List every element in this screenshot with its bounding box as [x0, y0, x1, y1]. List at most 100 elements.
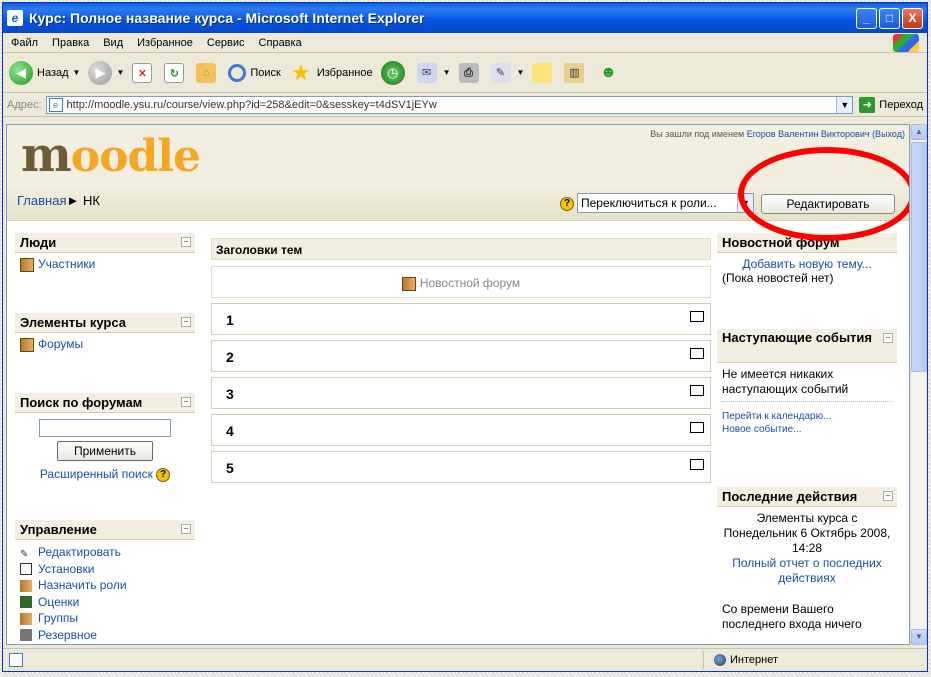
admin-edit-link[interactable]: Редактировать	[38, 545, 121, 559]
add-new-topic-link[interactable]: Добавить новую тему...	[742, 257, 871, 271]
edit-dropdown-icon[interactable]: ▼	[517, 68, 525, 77]
scroll-up-icon[interactable]: ▲	[911, 124, 927, 140]
block-recent-title: Последние действия	[722, 489, 858, 504]
minimize-button[interactable]: _	[856, 7, 877, 29]
menu-edit[interactable]: Правка	[52, 37, 89, 49]
ie-icon: e	[7, 10, 23, 26]
stop-icon: ✕	[132, 62, 153, 83]
admin-roles-link[interactable]: Назначить роли	[38, 578, 127, 592]
address-url: http://moodle.ysu.ru/course/view.php?id=…	[66, 98, 437, 111]
stop-button[interactable]: ✕	[132, 62, 156, 83]
participants-link[interactable]: Участники	[38, 257, 95, 271]
block-search-header: Поиск по форумам −	[15, 393, 195, 413]
show-only-topic-icon[interactable]	[690, 348, 704, 359]
address-label: Адрес:	[7, 98, 42, 111]
apply-search-button[interactable]: Применить	[57, 441, 153, 461]
collapse-icon[interactable]: −	[883, 333, 893, 343]
admin-grades-link[interactable]: Оценки	[38, 595, 79, 609]
moodle-logo-m: m	[21, 127, 72, 183]
forums-link[interactable]: Форумы	[38, 337, 83, 351]
address-dropdown-icon[interactable]: ▼	[836, 96, 853, 113]
discuss-button[interactable]	[532, 62, 556, 83]
edit-page-button[interactable]: ✎ ▼	[490, 62, 525, 83]
breadcrumb-home[interactable]: Главная	[17, 193, 66, 208]
scrollbar-thumb[interactable]	[911, 142, 927, 372]
home-icon: ⌂	[196, 62, 217, 83]
block-activities-header: Элементы курса −	[15, 313, 195, 333]
vertical-scrollbar[interactable]: ▲ ▼	[910, 124, 927, 645]
menu-help[interactable]: Справка	[259, 37, 302, 49]
research-button[interactable]: ▥	[564, 62, 588, 83]
breadcrumb-course: НК	[82, 193, 100, 208]
close-button[interactable]: X	[902, 7, 923, 29]
collapse-icon[interactable]: −	[181, 317, 191, 327]
refresh-button[interactable]: ↻	[164, 62, 188, 83]
favorites-button[interactable]: ★ Избранное	[289, 60, 373, 85]
role-switch-select[interactable]: Переключиться к роли... ▼	[577, 193, 754, 213]
block-recent-header: Последние действия −	[717, 487, 897, 507]
go-to-calendar-link[interactable]: Перейти к календарю...	[722, 411, 831, 422]
forum-search-input[interactable]	[39, 419, 171, 437]
print-button[interactable]: ⎙	[458, 62, 483, 83]
help-icon[interactable]: ?	[560, 197, 574, 211]
participants-icon	[20, 257, 34, 272]
go-button[interactable]: ➜ Переход	[859, 96, 923, 113]
favorites-label: Избранное	[316, 66, 373, 79]
show-only-topic-icon[interactable]	[690, 385, 704, 396]
grades-icon	[20, 596, 32, 609]
refresh-icon: ↻	[164, 62, 185, 83]
moodle-logo[interactable]: moodle	[21, 127, 201, 183]
address-bar: Адрес: e http://moodle.ysu.ru/course/vie…	[3, 93, 927, 117]
go-arrow-icon: ➜	[859, 96, 876, 113]
menu-view[interactable]: Вид	[103, 37, 123, 49]
mail-dropdown-icon[interactable]: ▼	[443, 68, 451, 77]
news-forum-link[interactable]: Новостной форум	[420, 276, 520, 290]
menu-file[interactable]: Файл	[11, 37, 38, 49]
scroll-down-icon[interactable]: ▼	[911, 629, 927, 645]
full-recent-report-link[interactable]: Полный отчет о последних действиях	[732, 556, 882, 585]
login-user-link[interactable]: Егоров Валентин Викторович	[747, 129, 870, 139]
back-dropdown-icon[interactable]: ▼	[73, 68, 81, 77]
login-info: Вы зашли под именем Егоров Валентин Викт…	[650, 129, 905, 139]
admin-groups-link[interactable]: Группы	[38, 611, 78, 625]
no-news-text: (Пока новостей нет)	[722, 271, 834, 285]
menu-favorites[interactable]: Избранное	[137, 37, 193, 49]
topic-number: 4	[226, 423, 234, 439]
collapse-icon[interactable]: −	[181, 397, 191, 407]
topic-row: 4	[211, 414, 711, 446]
topic-row: 3	[211, 377, 711, 409]
maximize-button[interactable]: □	[879, 7, 900, 29]
status-zone-label: Интернет	[730, 654, 778, 666]
breadcrumb-separator: ►	[66, 193, 80, 208]
logout-link[interactable]: (Выход)	[872, 129, 905, 139]
back-label: Назад	[37, 66, 69, 79]
collapse-icon[interactable]: −	[181, 237, 191, 247]
advanced-search-link[interactable]: Расширенный поиск	[40, 467, 153, 481]
search-button[interactable]: Поиск	[228, 63, 281, 82]
admin-backup-link[interactable]: Резервное	[38, 628, 97, 642]
mail-icon: ✉	[416, 62, 437, 83]
back-button[interactable]: ◀ Назад ▼	[9, 60, 81, 85]
forward-dropdown-icon[interactable]: ▼	[116, 68, 124, 77]
show-only-topic-icon[interactable]	[690, 422, 704, 433]
browser-window: e Курс: Полное название курса - Microsof…	[2, 2, 928, 672]
messenger-button[interactable]: ☻	[596, 61, 624, 85]
collapse-icon[interactable]: −	[181, 524, 191, 534]
address-input[interactable]: e http://moodle.ysu.ru/course/view.php?i…	[45, 95, 854, 114]
admin-settings-link[interactable]: Установки	[38, 562, 94, 576]
help-icon[interactable]: ?	[156, 467, 171, 482]
menu-tools[interactable]: Сервис	[207, 37, 245, 49]
show-only-topic-icon[interactable]	[690, 311, 704, 322]
collapse-icon[interactable]: −	[883, 491, 893, 501]
forward-button[interactable]: ▶ ▼	[88, 60, 124, 85]
history-button[interactable]: ◷	[380, 60, 409, 85]
settings-icon	[20, 563, 32, 576]
new-event-link[interactable]: Новое событие...	[722, 424, 802, 435]
block-admin-header: Управление −	[15, 520, 195, 540]
block-search-title: Поиск по форумам	[20, 395, 143, 410]
show-only-topic-icon[interactable]	[690, 459, 704, 470]
title-bar: e Курс: Полное название курса - Microsof…	[3, 3, 927, 33]
print-icon: ⎙	[458, 62, 479, 83]
mail-button[interactable]: ✉ ▼	[416, 62, 451, 83]
home-button[interactable]: ⌂	[196, 62, 220, 83]
